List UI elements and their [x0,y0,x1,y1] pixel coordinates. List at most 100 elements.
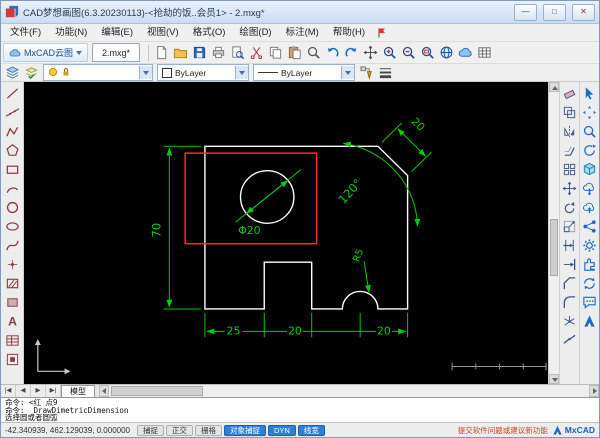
rectangle-icon[interactable] [3,160,21,178]
dim-diameter[interactable]: Φ20 [235,169,302,237]
fillet-icon[interactable] [561,293,579,311]
prev-layout-button[interactable]: ◀ [16,385,31,397]
last-layout-button[interactable]: ▶| [46,385,61,397]
vertical-scrollbar[interactable] [548,82,559,384]
layer-properties-icon[interactable] [3,63,22,82]
move-icon[interactable] [561,179,579,197]
cloud-open-icon[interactable] [581,198,599,216]
construction-line-icon[interactable] [3,103,21,121]
menu-item-view[interactable]: 视图(V) [140,25,186,41]
mxcad-cloud-button[interactable]: MxCAD云图 [3,43,88,62]
cube-3d-icon[interactable] [581,160,599,178]
explode-icon[interactable] [561,312,579,330]
settings-gear-icon[interactable] [581,236,599,254]
redo-icon[interactable] [342,43,361,62]
zoom-in-icon[interactable] [380,43,399,62]
polygon-icon[interactable] [3,141,21,159]
chamfer-icon[interactable] [561,274,579,292]
layer-states-icon[interactable] [22,63,41,82]
line-icon[interactable] [3,84,21,102]
color-dropdown-arrow[interactable] [235,66,248,79]
spline-icon[interactable] [3,236,21,254]
hatch-icon[interactable] [3,274,21,292]
feedback-icon[interactable] [581,293,599,311]
layer-dropdown-arrow[interactable] [139,66,152,79]
dim-height[interactable] [163,145,201,310]
block-icon[interactable] [3,350,21,368]
zoom-out-icon[interactable] [399,43,418,62]
plot-icon[interactable] [209,43,228,62]
rotate-icon[interactable] [561,198,579,216]
layer-select[interactable] [43,64,153,81]
status-toggle-osnap[interactable]: 对象捕捉 [224,424,266,436]
zoom-extents-icon[interactable] [418,43,437,62]
view-rotate-icon[interactable] [581,141,599,159]
arc-icon[interactable] [3,179,21,197]
scale-icon[interactable] [561,217,579,235]
menu-item-format[interactable]: 格式(O) [186,25,233,41]
menu-item-help[interactable]: 帮助(H) [326,25,372,41]
menu-item-draw[interactable]: 绘图(D) [232,25,278,41]
point-icon[interactable] [3,255,21,273]
part-outline[interactable] [204,145,409,310]
menu-item-function[interactable]: 功能(N) [48,25,94,41]
maximize-button[interactable]: □ [543,3,566,21]
mxcad-badge-icon[interactable] [581,312,599,330]
save-icon[interactable] [190,43,209,62]
red-flag-icon[interactable] [376,27,388,39]
command-window[interactable]: 命令: <红 点9 命令: _DrawDimetricDimension 选择圆… [1,397,599,422]
text-icon[interactable]: A [3,312,21,330]
join-icon[interactable] [561,331,579,349]
pan-icon[interactable] [361,43,380,62]
status-toggle-snap[interactable]: 捕捉 [137,424,164,436]
print-preview-icon[interactable] [228,43,247,62]
share-icon[interactable] [581,217,599,235]
vscroll-track[interactable] [549,92,559,374]
erase-icon[interactable] [561,84,579,102]
menu-item-dimension[interactable]: 标注(M) [279,25,326,41]
status-toggle-grid[interactable]: 栅格 [195,424,222,436]
match-properties-icon[interactable] [357,63,376,82]
find-icon[interactable] [304,43,323,62]
scroll-right-icon[interactable] [589,385,599,397]
zoom-view-icon[interactable] [581,122,599,140]
close-button[interactable]: ✕ [572,3,595,21]
canvas-area[interactable]: Φ20 70 25 20 20 20 120° R5 [24,82,548,384]
update-icon[interactable] [581,274,599,292]
status-toggle-ortho[interactable]: 正交 [166,424,193,436]
scroll-up-icon[interactable] [549,82,559,92]
open-folder-icon[interactable] [171,43,190,62]
copy-object-icon[interactable] [561,103,579,121]
extend-icon[interactable] [561,255,579,273]
array-icon[interactable] [561,160,579,178]
horizontal-scrollbar[interactable] [99,385,599,397]
cloud-save-icon[interactable] [581,179,599,197]
scroll-left-icon[interactable] [99,385,109,397]
next-layout-button[interactable]: ▶ [31,385,46,397]
polyline-icon[interactable] [3,122,21,140]
web-cloud-icon[interactable] [456,43,475,62]
feedback-link[interactable]: 提交软件问题或建议新功能 [458,425,548,436]
minimize-button[interactable]: — [514,3,537,21]
circle-icon[interactable] [3,198,21,216]
scroll-down-icon[interactable] [549,374,559,384]
paste-icon[interactable] [285,43,304,62]
select-tool-icon[interactable] [581,84,599,102]
linetype-dropdown-arrow[interactable] [341,66,354,79]
undo-icon[interactable] [323,43,342,62]
ellipse-icon[interactable] [3,217,21,235]
menu-item-edit[interactable]: 编辑(E) [94,25,140,41]
lineweight-icon[interactable] [376,63,395,82]
region-icon[interactable] [3,293,21,311]
grid-table-icon[interactable] [475,43,494,62]
color-select[interactable]: ByLayer [157,64,249,81]
menu-item-file[interactable]: 文件(F) [3,25,48,41]
model-tab[interactable]: 模型 [61,385,95,397]
status-toggle-lineweight[interactable]: 线宽 [297,424,325,436]
drawing-canvas[interactable]: Φ20 70 25 20 20 20 120° R5 [24,82,548,384]
mirror-icon[interactable] [561,122,579,140]
globe-icon[interactable] [437,43,456,62]
copy-icon[interactable] [266,43,285,62]
pan-view-icon[interactable] [581,103,599,121]
hscroll-thumb[interactable] [111,386,203,396]
